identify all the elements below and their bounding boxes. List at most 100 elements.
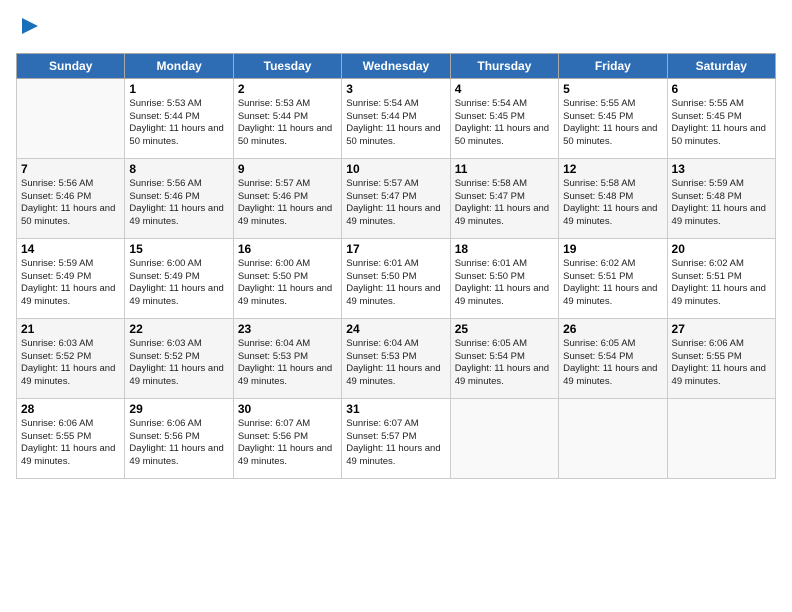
calendar-cell: 15 Sunrise: 6:00 AM Sunset: 5:49 PM Dayli… bbox=[125, 238, 233, 318]
calendar-cell: 8Sunrise: 5:56 AM Sunset: 5:46 PM Daylig… bbox=[125, 158, 233, 238]
cell-info: Sunrise: 5:59 AM Sunset: 5:49 PM Dayligh… bbox=[21, 258, 120, 309]
calendar-cell: 31 Sunrise: 6:07 AM Sunset: 5:57 PM Dayli… bbox=[342, 398, 450, 478]
calendar-table: SundayMondayTuesdayWednesdayThursdayFrid… bbox=[16, 53, 776, 479]
day-number: 29 bbox=[129, 402, 228, 416]
cell-info: Sunrise: 6:02 AM Sunset: 5:51 PM Dayligh… bbox=[563, 258, 662, 309]
calendar-week-row: 7 Sunrise: 5:56 AM Sunset: 5:46 PM Daylig… bbox=[17, 158, 776, 238]
calendar-cell: 2Sunrise: 5:53 AM Sunset: 5:44 PM Daylig… bbox=[233, 78, 341, 158]
cell-info: Sunrise: 5:55 AM Sunset: 5:45 PM Dayligh… bbox=[672, 98, 771, 149]
calendar-cell: 7 Sunrise: 5:56 AM Sunset: 5:46 PM Daylig… bbox=[17, 158, 125, 238]
day-number: 23 bbox=[238, 322, 337, 336]
calendar-week-row: 21Sunrise: 6:03 AM Sunset: 5:52 PM Dayli… bbox=[17, 318, 776, 398]
calendar-cell: 20 Sunrise: 6:02 AM Sunset: 5:51 PM Dayli… bbox=[667, 238, 775, 318]
cell-info: Sunrise: 6:07 AM Sunset: 5:56 PM Dayligh… bbox=[238, 418, 337, 469]
calendar-cell: 25 Sunrise: 6:05 AM Sunset: 5:54 PM Dayli… bbox=[450, 318, 558, 398]
cell-info: Sunrise: 6:05 AM Sunset: 5:54 PM Dayligh… bbox=[563, 338, 662, 389]
calendar-cell: 14 Sunrise: 5:59 AM Sunset: 5:49 PM Dayli… bbox=[17, 238, 125, 318]
day-number: 14 bbox=[21, 242, 120, 256]
calendar-week-row: 28 Sunrise: 6:06 AM Sunset: 5:55 PM Dayli… bbox=[17, 398, 776, 478]
day-number: 28 bbox=[21, 402, 120, 416]
calendar-cell: 21Sunrise: 6:03 AM Sunset: 5:52 PM Dayli… bbox=[17, 318, 125, 398]
day-number: 19 bbox=[563, 242, 662, 256]
calendar-cell bbox=[450, 398, 558, 478]
calendar-cell: 9Sunrise: 5:57 AM Sunset: 5:46 PM Daylig… bbox=[233, 158, 341, 238]
day-number: 4 bbox=[455, 82, 554, 96]
calendar-cell: 17 Sunrise: 6:01 AM Sunset: 5:50 PM Dayli… bbox=[342, 238, 450, 318]
calendar-cell: 16 Sunrise: 6:00 AM Sunset: 5:50 PM Dayli… bbox=[233, 238, 341, 318]
cell-info: Sunrise: 5:57 AM Sunset: 5:47 PM Dayligh… bbox=[346, 178, 445, 229]
calendar-cell: 6Sunrise: 5:55 AM Sunset: 5:45 PM Daylig… bbox=[667, 78, 775, 158]
day-number: 22 bbox=[129, 322, 228, 336]
day-number: 25 bbox=[455, 322, 554, 336]
calendar-cell bbox=[17, 78, 125, 158]
cell-info: Sunrise: 6:03 AM Sunset: 5:52 PM Dayligh… bbox=[129, 338, 228, 389]
cell-info: Sunrise: 5:53 AM Sunset: 5:44 PM Dayligh… bbox=[129, 98, 228, 149]
day-number: 3 bbox=[346, 82, 445, 96]
day-number: 12 bbox=[563, 162, 662, 176]
calendar-day-header: Friday bbox=[559, 53, 667, 78]
cell-info: Sunrise: 6:03 AM Sunset: 5:52 PM Dayligh… bbox=[21, 338, 120, 389]
calendar-week-row: 14 Sunrise: 5:59 AM Sunset: 5:49 PM Dayli… bbox=[17, 238, 776, 318]
cell-info: Sunrise: 6:07 AM Sunset: 5:57 PM Dayligh… bbox=[346, 418, 445, 469]
day-number: 20 bbox=[672, 242, 771, 256]
calendar-cell: 1Sunrise: 5:53 AM Sunset: 5:44 PM Daylig… bbox=[125, 78, 233, 158]
cell-info: Sunrise: 6:06 AM Sunset: 5:56 PM Dayligh… bbox=[129, 418, 228, 469]
day-number: 26 bbox=[563, 322, 662, 336]
calendar-cell: 26 Sunrise: 6:05 AM Sunset: 5:54 PM Dayli… bbox=[559, 318, 667, 398]
day-number: 17 bbox=[346, 242, 445, 256]
cell-info: Sunrise: 5:58 AM Sunset: 5:48 PM Dayligh… bbox=[563, 178, 662, 229]
logo-flag-icon bbox=[18, 16, 42, 40]
calendar-day-header: Wednesday bbox=[342, 53, 450, 78]
calendar-cell: 30 Sunrise: 6:07 AM Sunset: 5:56 PM Dayli… bbox=[233, 398, 341, 478]
day-number: 16 bbox=[238, 242, 337, 256]
cell-info: Sunrise: 6:06 AM Sunset: 5:55 PM Dayligh… bbox=[672, 338, 771, 389]
day-number: 15 bbox=[129, 242, 228, 256]
calendar-cell: 10 Sunrise: 5:57 AM Sunset: 5:47 PM Dayli… bbox=[342, 158, 450, 238]
calendar-day-header: Monday bbox=[125, 53, 233, 78]
cell-info: Sunrise: 6:01 AM Sunset: 5:50 PM Dayligh… bbox=[346, 258, 445, 309]
cell-info: Sunrise: 5:54 AM Sunset: 5:45 PM Dayligh… bbox=[455, 98, 554, 149]
day-number: 27 bbox=[672, 322, 771, 336]
day-number: 10 bbox=[346, 162, 445, 176]
cell-info: Sunrise: 6:02 AM Sunset: 5:51 PM Dayligh… bbox=[672, 258, 771, 309]
cell-info: Sunrise: 6:05 AM Sunset: 5:54 PM Dayligh… bbox=[455, 338, 554, 389]
calendar-day-header: Thursday bbox=[450, 53, 558, 78]
calendar-cell: 13 Sunrise: 5:59 AM Sunset: 5:48 PM Dayli… bbox=[667, 158, 775, 238]
day-number: 31 bbox=[346, 402, 445, 416]
page-header bbox=[16, 16, 776, 45]
day-number: 13 bbox=[672, 162, 771, 176]
day-number: 11 bbox=[455, 162, 554, 176]
cell-info: Sunrise: 5:56 AM Sunset: 5:46 PM Dayligh… bbox=[21, 178, 120, 229]
cell-info: Sunrise: 6:00 AM Sunset: 5:49 PM Dayligh… bbox=[129, 258, 228, 309]
cell-info: Sunrise: 6:00 AM Sunset: 5:50 PM Dayligh… bbox=[238, 258, 337, 309]
cell-info: Sunrise: 6:06 AM Sunset: 5:55 PM Dayligh… bbox=[21, 418, 120, 469]
day-number: 18 bbox=[455, 242, 554, 256]
calendar-week-row: 1Sunrise: 5:53 AM Sunset: 5:44 PM Daylig… bbox=[17, 78, 776, 158]
day-number: 9 bbox=[238, 162, 337, 176]
calendar-cell: 11 Sunrise: 5:58 AM Sunset: 5:47 PM Dayli… bbox=[450, 158, 558, 238]
calendar-cell: 18 Sunrise: 6:01 AM Sunset: 5:50 PM Dayli… bbox=[450, 238, 558, 318]
cell-info: Sunrise: 5:53 AM Sunset: 5:44 PM Dayligh… bbox=[238, 98, 337, 149]
day-number: 24 bbox=[346, 322, 445, 336]
calendar-cell bbox=[667, 398, 775, 478]
calendar-cell: 12 Sunrise: 5:58 AM Sunset: 5:48 PM Dayli… bbox=[559, 158, 667, 238]
calendar-cell: 24 Sunrise: 6:04 AM Sunset: 5:53 PM Dayli… bbox=[342, 318, 450, 398]
cell-info: Sunrise: 5:58 AM Sunset: 5:47 PM Dayligh… bbox=[455, 178, 554, 229]
calendar-cell: 4 Sunrise: 5:54 AM Sunset: 5:45 PM Daylig… bbox=[450, 78, 558, 158]
cell-info: Sunrise: 6:04 AM Sunset: 5:53 PM Dayligh… bbox=[346, 338, 445, 389]
logo bbox=[16, 16, 42, 45]
cell-info: Sunrise: 6:04 AM Sunset: 5:53 PM Dayligh… bbox=[238, 338, 337, 389]
calendar-cell: 3 Sunrise: 5:54 AM Sunset: 5:44 PM Daylig… bbox=[342, 78, 450, 158]
calendar-day-header: Saturday bbox=[667, 53, 775, 78]
calendar-cell: 29 Sunrise: 6:06 AM Sunset: 5:56 PM Dayli… bbox=[125, 398, 233, 478]
calendar-cell bbox=[559, 398, 667, 478]
cell-info: Sunrise: 6:01 AM Sunset: 5:50 PM Dayligh… bbox=[455, 258, 554, 309]
calendar-cell: 27 Sunrise: 6:06 AM Sunset: 5:55 PM Dayli… bbox=[667, 318, 775, 398]
calendar-cell: 5Sunrise: 5:55 AM Sunset: 5:45 PM Daylig… bbox=[559, 78, 667, 158]
cell-info: Sunrise: 5:56 AM Sunset: 5:46 PM Dayligh… bbox=[129, 178, 228, 229]
cell-info: Sunrise: 5:59 AM Sunset: 5:48 PM Dayligh… bbox=[672, 178, 771, 229]
day-number: 7 bbox=[21, 162, 120, 176]
day-number: 30 bbox=[238, 402, 337, 416]
cell-info: Sunrise: 5:54 AM Sunset: 5:44 PM Dayligh… bbox=[346, 98, 445, 149]
calendar-cell: 22 Sunrise: 6:03 AM Sunset: 5:52 PM Dayli… bbox=[125, 318, 233, 398]
